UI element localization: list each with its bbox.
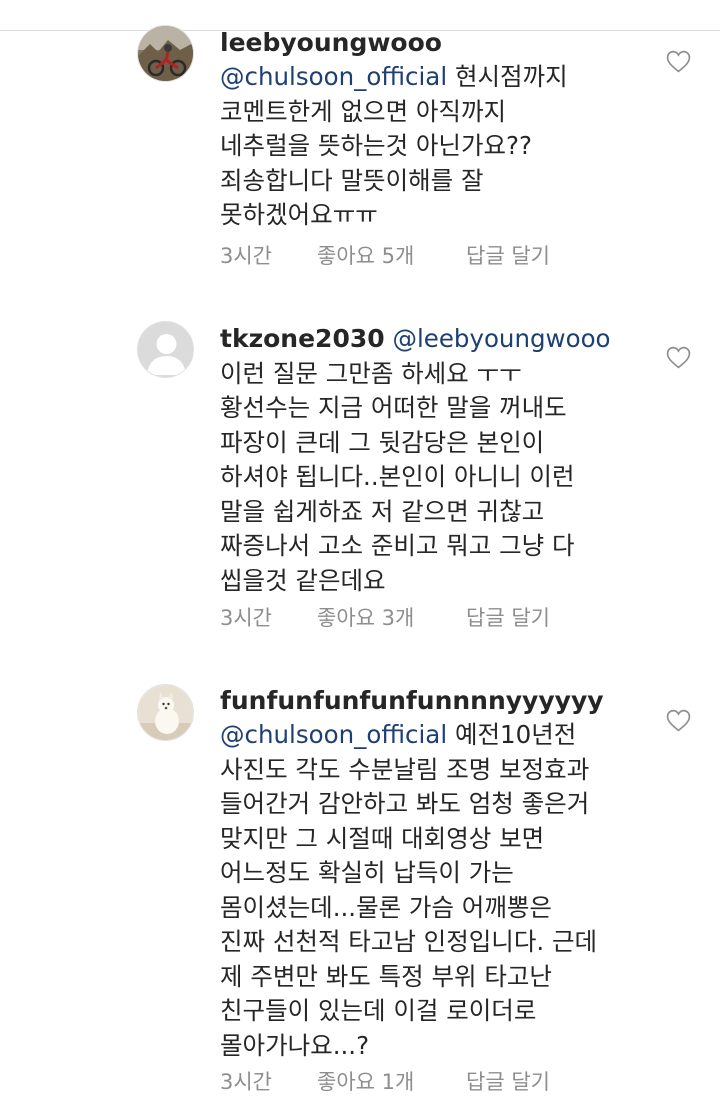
comment-username[interactable]: leebyoungwooo xyxy=(220,26,640,60)
reply-button[interactable]: 답글 달기 xyxy=(466,602,550,632)
comment-likes-count[interactable]: 좋아요 5개 xyxy=(317,240,414,270)
comment-mention[interactable]: @chulsoon_official xyxy=(220,720,447,749)
avatar-photo-icon xyxy=(138,685,193,740)
heart-outline-icon[interactable] xyxy=(666,346,691,369)
comment-text: @chulsoon_official 예전10년전 사진도 각도 수분날림 조명… xyxy=(220,720,598,1060)
heart-outline-icon[interactable] xyxy=(666,709,691,732)
comment-text: tkzone2030 @leebyoungwooo 이런 질문 그만좀 하세요 … xyxy=(220,324,611,595)
reply-button[interactable]: 답글 달기 xyxy=(466,240,550,270)
comment-username[interactable]: funfunfunfunfunnnnyyyyyy xyxy=(220,684,640,718)
comment-mention[interactable]: @leebyoungwooo xyxy=(392,324,610,353)
comment-likes-count[interactable]: 좋아요 3개 xyxy=(317,602,414,632)
comment-time: 3시간 xyxy=(220,1070,273,1094)
comment-mention[interactable]: @chulsoon_official xyxy=(220,62,447,91)
default-avatar-icon xyxy=(138,322,193,377)
comment-username[interactable]: tkzone2030 xyxy=(220,324,385,353)
comment-time: 3시간 xyxy=(220,244,273,268)
avatar-photo-icon xyxy=(138,26,193,81)
avatar-leebyoungwooo[interactable] xyxy=(137,25,194,82)
reply-button[interactable]: 답글 달기 xyxy=(466,1066,550,1096)
heart-outline-icon[interactable] xyxy=(666,50,691,73)
comment-time: 3시간 xyxy=(220,606,273,630)
comment-text: @chulsoon_official 현시점까지 코멘트한게 없으면 아직까지 … xyxy=(220,62,568,229)
comment-likes-count[interactable]: 좋아요 1개 xyxy=(317,1066,414,1096)
avatar-tkzone2030[interactable] xyxy=(137,321,194,378)
avatar-funfunfunfunfunnnnyyyyyy[interactable] xyxy=(137,684,194,741)
